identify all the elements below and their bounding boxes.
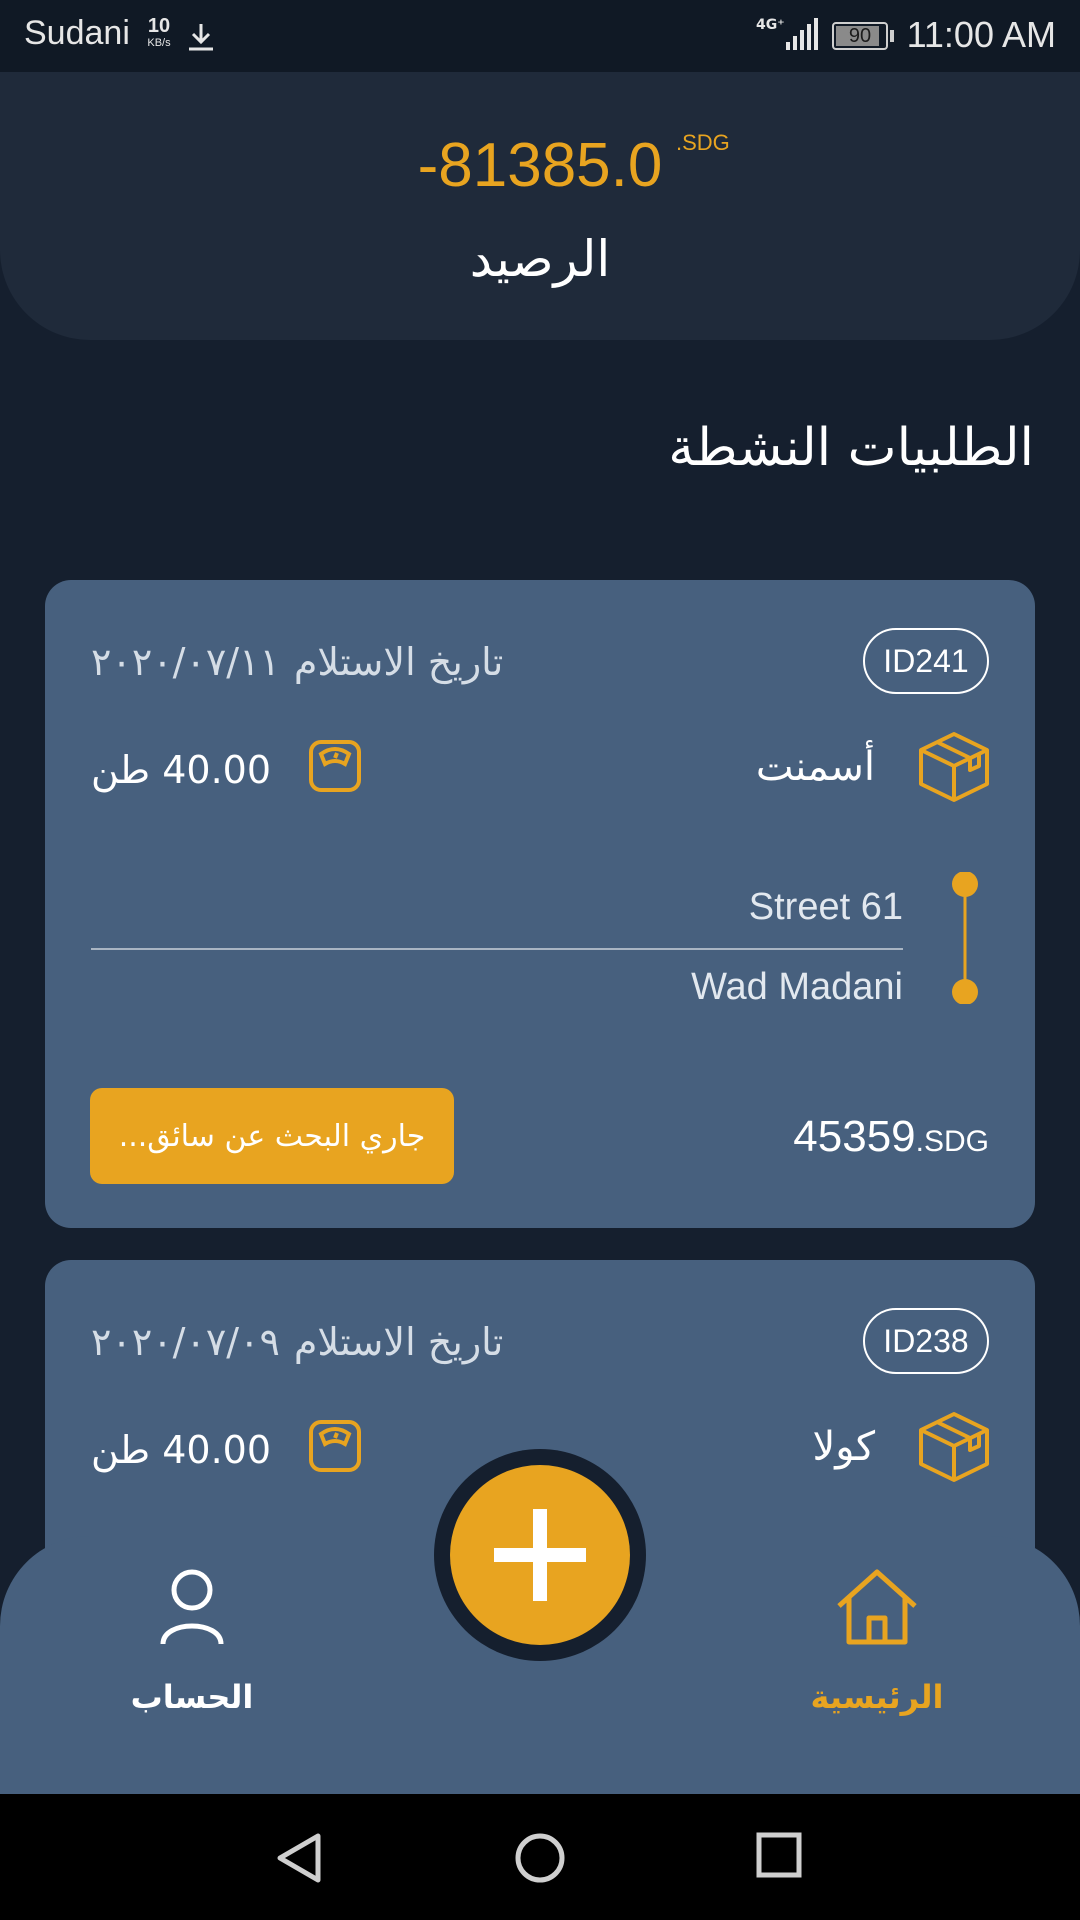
- network-speed: 10 KB/s: [142, 16, 176, 49]
- scale-icon: [307, 1418, 363, 1474]
- pickup-date-value: ٢٠٢٠/٠٧/١١: [91, 640, 280, 684]
- route-origin: Street 61: [748, 886, 903, 928]
- cargo-weight: 40.00 طن: [91, 1428, 272, 1472]
- searching-driver-button[interactable]: جاري البحث عن سائق...: [90, 1088, 454, 1184]
- cargo-type: أسمنت: [755, 744, 875, 790]
- nav-account-label: الحساب: [130, 1678, 254, 1716]
- nav-account[interactable]: الحساب: [92, 1568, 292, 1716]
- order-card[interactable]: ID241 تاريخ الاستلام ٢٠٢٠/٠٧/١١ أسمنت 40.…: [45, 580, 1035, 1228]
- route-destination: Wad Madani: [691, 966, 903, 1008]
- status-bar: Sudani 10 KB/s 4G⁺ 90 11:00 AM: [0, 0, 1080, 72]
- network-type: 4G⁺: [756, 17, 785, 33]
- network-speed-value: 10: [147, 15, 171, 37]
- route-line-icon: [950, 871, 980, 1005]
- clock: 11:00 AM: [906, 14, 1056, 55]
- order-price: 45359.SDG: [793, 1112, 989, 1162]
- pickup-date: تاريخ الاستلام ٢٠٢٠/٠٧/٠٩: [91, 1320, 503, 1364]
- recent-apps-icon[interactable]: [756, 1832, 802, 1882]
- balance-amount: -81385.0: [417, 131, 663, 200]
- pickup-date-label: تاريخ الاستلام: [293, 1320, 504, 1364]
- battery-percent: 90: [848, 25, 872, 47]
- active-orders-title: الطلبيات النشطة: [668, 418, 1034, 478]
- back-icon[interactable]: [274, 1832, 324, 1888]
- route-divider: [91, 948, 903, 950]
- cargo-weight: 40.00 طن: [91, 748, 272, 792]
- balance-label: الرصيد: [469, 230, 611, 288]
- balance-card: -81385.0 .SDG الرصيد: [0, 72, 1080, 340]
- download-icon: [184, 20, 218, 58]
- pickup-date-label: تاريخ الاستلام: [293, 640, 504, 684]
- cargo-type: كولا: [812, 1424, 875, 1470]
- nav-home[interactable]: الرئيسية: [777, 1568, 977, 1716]
- package-icon: [917, 1410, 991, 1484]
- battery-icon: 90: [832, 22, 888, 50]
- carrier-name: Sudani: [24, 14, 130, 52]
- package-icon: [917, 730, 991, 804]
- balance-currency: .SDG: [676, 130, 730, 155]
- order-id-badge: ID241: [863, 628, 989, 694]
- user-icon: [92, 1568, 292, 1650]
- order-id-badge: ID238: [863, 1308, 989, 1374]
- battery-tip: [890, 30, 894, 42]
- signal-icon: [784, 18, 820, 56]
- home-circle-icon[interactable]: [514, 1832, 566, 1888]
- scale-icon: [307, 738, 363, 794]
- add-order-button[interactable]: [450, 1465, 630, 1645]
- system-navigation-bar: [0, 1794, 1080, 1920]
- network-speed-unit: KB/s: [147, 37, 171, 49]
- price-currency: .SDG: [915, 1125, 989, 1158]
- pickup-date-value: ٢٠٢٠/٠٧/٠٩: [91, 1320, 280, 1364]
- home-icon: [777, 1568, 977, 1650]
- price-value: 45359: [793, 1112, 916, 1161]
- pickup-date: تاريخ الاستلام ٢٠٢٠/٠٧/١١: [91, 640, 503, 684]
- nav-home-label: الرئيسية: [810, 1678, 944, 1716]
